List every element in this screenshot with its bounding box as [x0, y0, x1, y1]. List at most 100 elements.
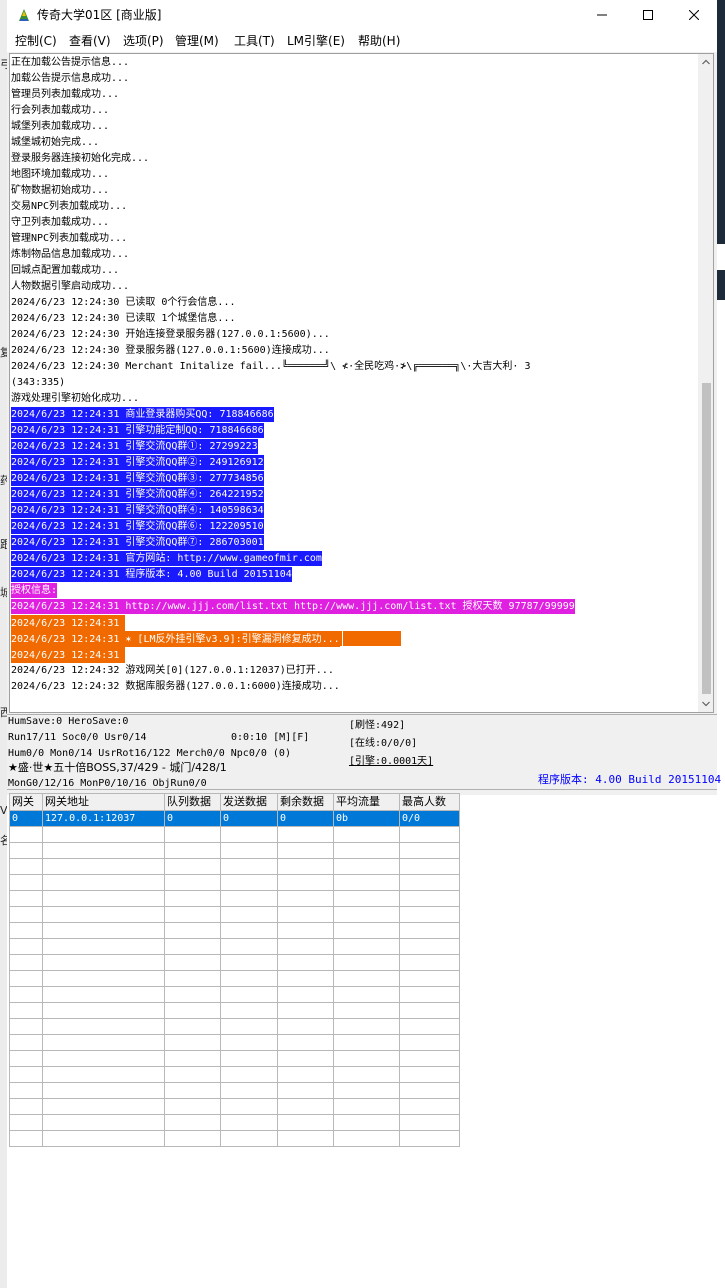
table-row-empty[interactable] [9, 858, 460, 875]
cell-remaining: 0 [277, 810, 334, 827]
log-line-highlight: 2024/6/23 12:24:31 商业登录器购买QQ: 718846686 [11, 407, 697, 423]
table-cell-empty [220, 938, 278, 955]
log-line: 管理员列表加载成功... [11, 89, 120, 100]
log-line: 城堡城初始完成... [11, 137, 100, 148]
table-cell-empty [9, 1018, 43, 1035]
col-header-remaining[interactable]: 剩余数据 [277, 793, 334, 811]
col-header-avg-traffic[interactable]: 平均流量 [333, 793, 400, 811]
menu-options[interactable]: 选项(P) [123, 33, 164, 49]
log-line-highlight: 授权信息: [11, 583, 697, 599]
col-header-address[interactable]: 网关地址 [42, 793, 165, 811]
table-cell-empty [220, 906, 278, 923]
log-line: 2024/6/23 12:24:30 开始连接登录服务器(127.0.0.1:5… [11, 329, 330, 340]
table-row-empty[interactable] [9, 1050, 460, 1067]
log-output[interactable]: 正在加载公告提示信息... 加载公告提示信息成功... 管理员列表加载成功...… [9, 53, 714, 713]
orange-line: 2024/6/23 12:24:31 [11, 615, 402, 631]
table-cell-empty [164, 906, 221, 923]
table-row-empty[interactable] [9, 874, 460, 891]
log-line: 行会列表加载成功... [11, 105, 110, 116]
table-cell-empty [42, 858, 165, 875]
table-cell-empty [164, 938, 221, 955]
scroll-thumb[interactable] [702, 383, 711, 694]
log-line-highlight: 2024/6/23 12:24:31 引擎交流QQ群⑦: 286703001 [11, 535, 697, 551]
menu-lm-engine[interactable]: LM引擎(E) [287, 33, 345, 49]
table-row-empty[interactable] [9, 954, 460, 971]
table-cell-empty [277, 842, 334, 859]
menu-control[interactable]: 控制(C) [15, 33, 57, 49]
log-line: 管理NPC列表加载成功... [11, 233, 128, 244]
col-header-sent[interactable]: 发送数据 [220, 793, 278, 811]
status-engine-days[interactable]: [引擎:0.0001天] [349, 755, 433, 769]
table-row-empty[interactable] [9, 1018, 460, 1035]
table-cell-empty [9, 1130, 43, 1147]
table-row-empty[interactable] [9, 1034, 460, 1051]
status-uptime: 0:0:10 [M][F] [231, 732, 310, 743]
desktop-fragment: 西 [0, 706, 7, 719]
table-row-empty[interactable] [9, 1002, 460, 1019]
desktop-left-strip: 弓 复 药 跟 城 西 V 名 [0, 0, 7, 1288]
table-cell-empty [399, 1018, 460, 1035]
menu-tools[interactable]: 工具(T) [234, 33, 275, 49]
scroll-down-button[interactable] [698, 696, 713, 712]
menu-help[interactable]: 帮助(H) [358, 33, 400, 49]
table-cell-empty [277, 1082, 334, 1099]
table-cell-empty [164, 954, 221, 971]
table-cell-empty [164, 1002, 221, 1019]
table-cell-empty [277, 1050, 334, 1067]
table-row-empty[interactable] [9, 826, 460, 843]
col-header-queue[interactable]: 队列数据 [164, 793, 221, 811]
log-line: 2024/6/23 12:24:30 已读取 1个城堡信息... [11, 313, 236, 324]
orange-line: 2024/6/23 12:24:31 ✶ [LM反外挂引擎v3.9]:引擎漏洞修… [11, 631, 401, 647]
minimize-button[interactable] [579, 0, 625, 30]
table-cell-empty [9, 986, 43, 1003]
table-cell-empty [399, 858, 460, 875]
table-cell-empty [333, 970, 400, 987]
table-cell-empty [333, 1034, 400, 1051]
table-cell-empty [42, 890, 165, 907]
log-line-text: 2024/6/23 12:24:31 引擎交流QQ群④: 264221952 [11, 487, 264, 502]
table-row-empty[interactable] [9, 842, 460, 859]
log-line-text: 2024/6/23 12:24:31 引擎交流QQ群⑦: 286703001 [11, 535, 264, 550]
table-row-empty[interactable] [9, 922, 460, 939]
log-scrollbar[interactable] [698, 54, 713, 712]
menu-view[interactable]: 查看(V) [69, 33, 111, 49]
log-line: 回城点配置加载成功... [11, 265, 120, 276]
log-line-highlight: 2024/6/23 12:24:31 引擎交流QQ群②: 249126912 [11, 455, 697, 471]
log-line: 游戏处理引擎初始化成功... [11, 393, 140, 404]
table-cell-empty [164, 826, 221, 843]
col-header-max-users[interactable]: 最高人数 [399, 793, 460, 811]
table-row-empty[interactable] [9, 1082, 460, 1099]
status-run-counts: Run17/11 Soc0/0 Usr0/14 [8, 732, 147, 743]
close-button[interactable] [671, 0, 717, 30]
table-cell-empty [42, 1050, 165, 1067]
dash-divider [125, 647, 402, 662]
table-cell-empty [164, 1130, 221, 1147]
table-row-empty[interactable] [9, 1098, 460, 1115]
col-header-gateway[interactable]: 网关 [9, 793, 43, 811]
log-line-highlight: 2024/6/23 12:24:31 引擎功能定制QQ: 718846686 [11, 423, 697, 439]
cell-avg-traffic: 0b [333, 810, 400, 827]
table-row-empty[interactable] [9, 986, 460, 1003]
log-line-text: 2024/6/23 12:24:31 [11, 647, 126, 663]
table-row-empty[interactable] [9, 906, 460, 923]
log-line-highlight: 2024/6/23 12:24:31 引擎交流QQ群③: 277734856 [11, 471, 697, 487]
log-line-highlight: 2024/6/23 12:24:31 ✶ [LM反外挂引擎v3.9]:引擎漏洞修… [11, 631, 697, 647]
title-bar[interactable]: 传奇大学01区 [商业版] [7, 0, 717, 30]
log-lines: 正在加载公告提示信息... 加载公告提示信息成功... 管理员列表加载成功...… [11, 55, 697, 695]
table-row[interactable]: 0 127.0.0.1:12037 0 0 0 0b 0/0 [9, 810, 460, 827]
log-line: 2024/6/23 12:24:30 已读取 0个行会信息... [11, 297, 236, 308]
scroll-up-button[interactable] [698, 54, 713, 70]
table-row-empty[interactable] [9, 970, 460, 987]
log-line-highlight: 2024/6/23 12:24:31 引擎交流QQ群①: 27299223 [11, 439, 697, 455]
app-icon[interactable] [16, 7, 32, 23]
table-row-empty[interactable] [9, 1130, 460, 1147]
menu-manage[interactable]: 管理(M) [175, 33, 219, 49]
log-line-text: 2024/6/23 12:24:31 商业登录器购买QQ: 718846686 [11, 407, 274, 422]
log-line-text: 2024/6/23 12:24:31 引擎交流QQ群①: 27299223 [11, 439, 258, 454]
table-row-empty[interactable] [9, 1066, 460, 1083]
maximize-button[interactable] [625, 0, 671, 30]
table-row-empty[interactable] [9, 890, 460, 907]
table-row-empty[interactable] [9, 1114, 460, 1131]
table-cell-empty [277, 938, 334, 955]
table-row-empty[interactable] [9, 938, 460, 955]
